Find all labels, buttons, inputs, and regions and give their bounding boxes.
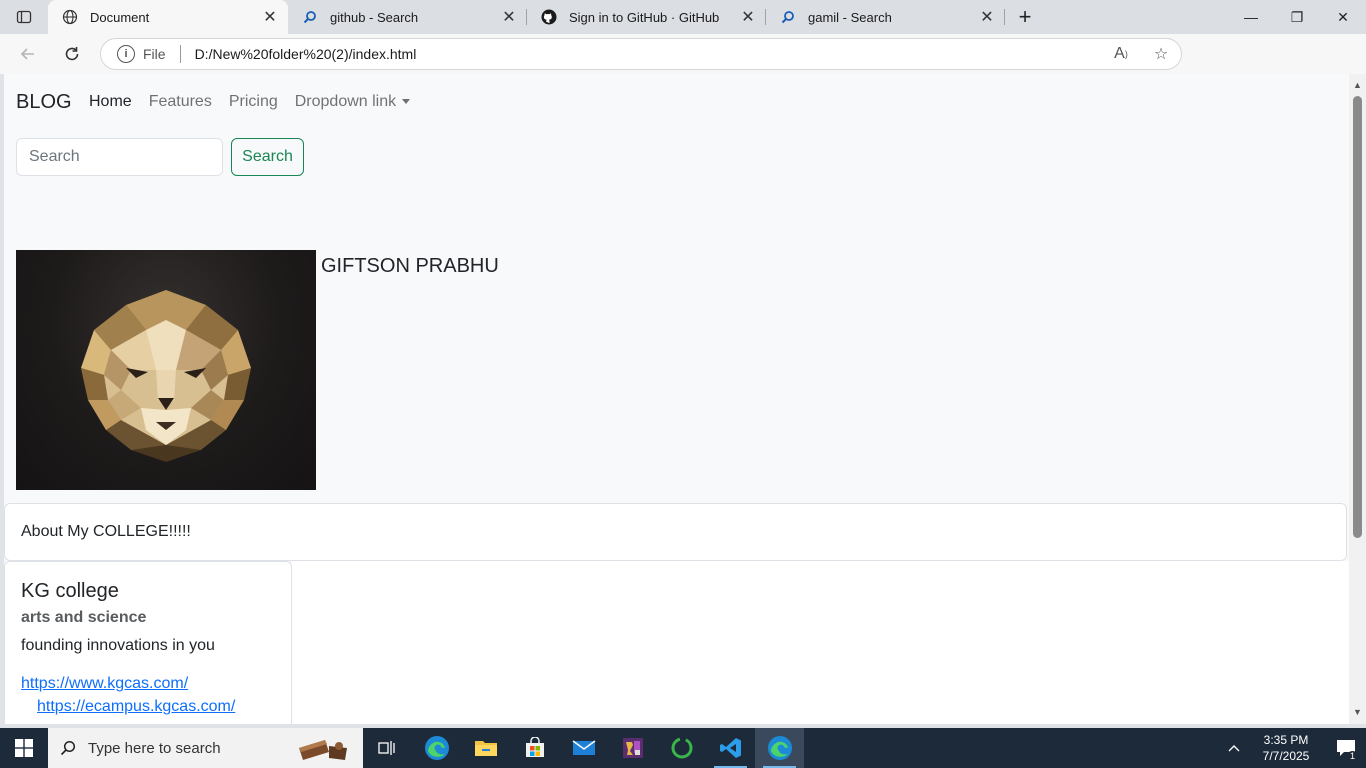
globe-icon (62, 9, 78, 25)
tab-github-signin[interactable]: Sign in to GitHub · GitHub ✕ (527, 0, 766, 34)
search-icon (302, 9, 318, 25)
info-icon[interactable]: i (117, 45, 135, 63)
tab-title: Sign in to GitHub · GitHub (569, 9, 720, 25)
close-tab-icon[interactable]: ✕ (262, 9, 278, 26)
search-button[interactable]: Search (231, 138, 304, 176)
search-icon (48, 740, 88, 756)
address-bar[interactable]: i File D:/New%20folder%20(2)/index.html … (100, 38, 1182, 70)
notification-center-icon[interactable]: 1 (1326, 739, 1366, 762)
tab-github-search[interactable]: github - Search ✕ (288, 0, 527, 34)
show-hidden-icons-icon[interactable] (1222, 741, 1246, 755)
scroll-thumb[interactable] (1353, 96, 1362, 538)
windows-logo-icon (15, 739, 33, 757)
chocolate-cake-icon (295, 734, 351, 762)
read-aloud-icon[interactable]: A) (1101, 45, 1141, 63)
windows-taskbar: Type here to search 3:35 PM 7/7/2025 1 (0, 728, 1366, 768)
close-tab-icon[interactable]: ✕ (501, 9, 517, 26)
minimize-button[interactable]: — (1228, 0, 1274, 34)
card-link-ecampus[interactable]: https://ecampus.kgcas.com/ (37, 698, 275, 716)
circular-app-icon[interactable] (657, 728, 706, 768)
github-icon (541, 9, 557, 25)
card-text: founding innovations in you (21, 637, 215, 654)
favorite-star-icon[interactable]: ☆ (1141, 44, 1181, 64)
clock-time: 3:35 PM (1263, 733, 1309, 747)
new-tab-button[interactable]: + (1005, 0, 1045, 34)
tab-gamil-search[interactable]: gamil - Search ✕ (766, 0, 1005, 34)
nav-link-home[interactable]: Home (89, 93, 132, 111)
notification-count: 1 (1347, 751, 1358, 762)
edge-active-taskbar-icon[interactable] (755, 728, 804, 768)
refresh-button[interactable] (52, 37, 92, 71)
search-icon (780, 9, 796, 25)
dropdown-label: Dropdown link (294, 93, 397, 110)
close-window-button[interactable]: ✕ (1320, 0, 1366, 34)
nav-link-features[interactable]: Features (149, 93, 212, 111)
card-subtitle: arts and science (21, 609, 147, 626)
tab-document[interactable]: Document ✕ (48, 0, 288, 34)
system-tray: 3:35 PM 7/7/2025 1 (1222, 728, 1366, 768)
window-controls: — ❐ ✕ (1228, 0, 1366, 34)
tab-actions-button[interactable] (0, 0, 48, 34)
close-tab-icon[interactable]: ✕ (740, 9, 756, 26)
page-scrollbar[interactable]: ▲ ▼ (1349, 74, 1366, 724)
close-tab-icon[interactable]: ✕ (979, 9, 995, 26)
url-text[interactable]: D:/New%20folder%20(2)/index.html (195, 46, 1101, 62)
profile-name: GIFTSON PRABHU (321, 255, 499, 277)
page-viewport: BLOG Home Features Pricing Dropdown link… (4, 74, 1349, 724)
navbar-links: Home Features Pricing Dropdown link (89, 93, 427, 111)
tab-title: Document (90, 9, 150, 25)
scheme-label: File (143, 46, 166, 62)
caret-down-icon (402, 99, 411, 105)
card-link-website[interactable]: https://www.kgcas.com/ (21, 675, 275, 693)
vscode-icon[interactable] (706, 728, 755, 768)
system-clock[interactable]: 3:35 PM 7/7/2025 (1246, 732, 1326, 764)
app-icon-purple[interactable] (608, 728, 657, 768)
back-arrow-icon (20, 48, 34, 60)
about-card-header: About My COLLEGE!!!!! (4, 503, 1347, 561)
search-input[interactable] (16, 138, 223, 176)
address-divider (179, 45, 181, 63)
scroll-up-icon[interactable]: ▲ (1352, 80, 1363, 91)
task-view-icon[interactable] (363, 728, 412, 768)
browser-toolbar: i File D:/New%20folder%20(2)/index.html … (0, 34, 1366, 100)
about-text: About My COLLEGE!!!!! (21, 523, 191, 540)
nav-dropdown-link[interactable]: Dropdown link (294, 93, 411, 111)
refresh-icon (65, 47, 79, 61)
tab-title: gamil - Search (808, 9, 892, 25)
mail-icon[interactable] (559, 728, 608, 768)
card-title: KG college (21, 580, 119, 602)
tab-title: github - Search (330, 9, 419, 25)
taskbar-search[interactable]: Type here to search (48, 728, 363, 768)
nav-link-pricing[interactable]: Pricing (229, 93, 278, 111)
back-button[interactable] (8, 37, 48, 71)
taskbar-search-placeholder: Type here to search (88, 739, 221, 757)
lion-logo-image (16, 250, 316, 490)
edge-taskbar-icon[interactable] (412, 728, 461, 768)
tab-actions-icon (16, 10, 32, 24)
start-button[interactable] (0, 728, 48, 768)
restore-button[interactable]: ❐ (1274, 0, 1320, 34)
scroll-down-icon[interactable]: ▼ (1352, 707, 1363, 718)
store-icon[interactable] (510, 728, 559, 768)
navbar-brand[interactable]: BLOG (16, 91, 72, 114)
content-area (292, 561, 1349, 724)
tab-strip: Document ✕ github - Search ✕ Sign in to … (0, 0, 1366, 34)
file-explorer-icon[interactable] (461, 728, 510, 768)
clock-date: 7/7/2025 (1262, 749, 1310, 763)
college-card: KG college arts and science founding inn… (4, 561, 292, 724)
